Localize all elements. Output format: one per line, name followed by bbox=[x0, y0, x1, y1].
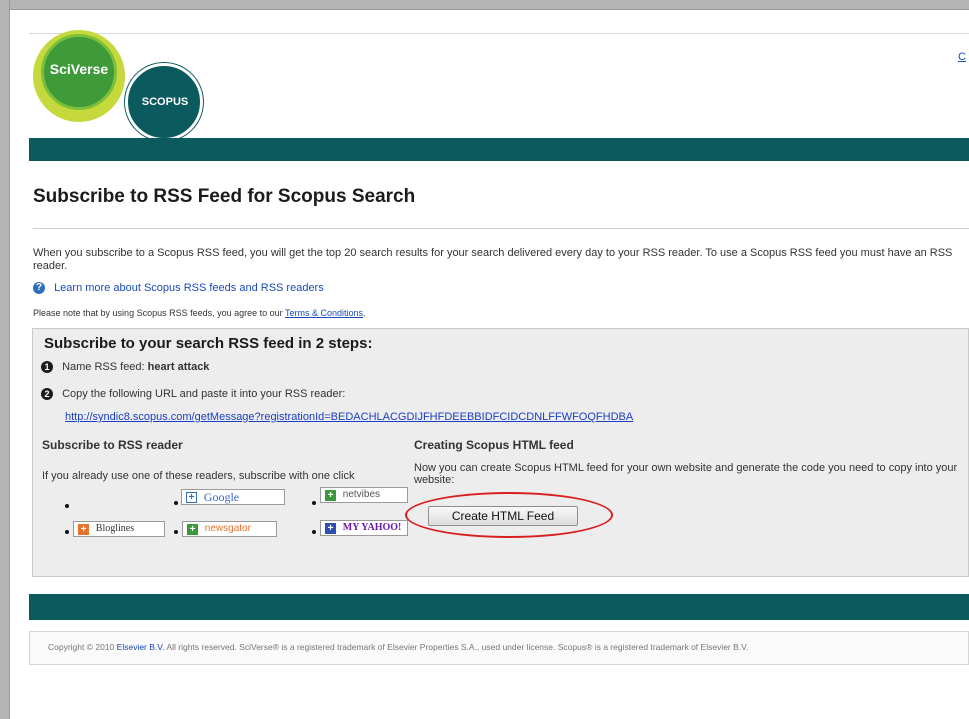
help-row: ? Learn more about Scopus RSS feeds and … bbox=[33, 282, 324, 295]
subscribe-box: Subscribe to your search RSS feed in 2 s… bbox=[32, 328, 969, 577]
plus-icon: + bbox=[78, 523, 89, 535]
scopus-logo-text: SCOPUS bbox=[141, 96, 189, 108]
plus-icon: + bbox=[325, 522, 336, 534]
page: SciVerse SCOPUS C Subscribe to RSS Feed … bbox=[11, 11, 969, 719]
newsgator-label: newsgator bbox=[204, 523, 251, 534]
page-title: Subscribe to RSS Feed for Scopus Search bbox=[33, 186, 416, 207]
header-link[interactable]: C bbox=[958, 51, 966, 63]
terms-notice: Please note that by using Scopus RSS fee… bbox=[33, 308, 366, 318]
bullet-icon bbox=[312, 501, 316, 505]
bullet-icon bbox=[65, 504, 69, 508]
copyright-suffix: All rights reserved. SciVerse® is a regi… bbox=[166, 642, 749, 652]
create-html-feed-button[interactable]: Create HTML Feed bbox=[428, 506, 578, 526]
plus-icon: + bbox=[325, 489, 336, 501]
newsgator-button[interactable]: + newsgator bbox=[182, 521, 277, 537]
terms-link[interactable]: Terms & Conditions bbox=[285, 308, 363, 318]
reader-intro: If you already use one of these readers,… bbox=[42, 470, 355, 482]
footer-bar bbox=[29, 594, 969, 620]
step-1-number-icon: 1 bbox=[41, 361, 53, 374]
bullet-icon bbox=[65, 530, 69, 534]
feed-name-value: heart attack bbox=[147, 361, 210, 373]
help-icon: ? bbox=[33, 282, 45, 295]
netvibes-button[interactable]: + netvibes bbox=[320, 487, 408, 503]
header-divider bbox=[29, 33, 969, 34]
feed-url-link[interactable]: http://syndic8.scopus.com/getMessage?reg… bbox=[65, 411, 633, 423]
sciverse-logo-text: SciVerse bbox=[49, 61, 109, 77]
bloglines-label: Bloglines bbox=[95, 523, 135, 534]
copyright-prefix: Copyright © 2010 bbox=[48, 642, 115, 652]
step-1-label: Name RSS feed: bbox=[62, 361, 145, 374]
my-yahoo-label: MY YAHOO! bbox=[342, 522, 402, 533]
netvibes-label: netvibes bbox=[342, 489, 381, 500]
bullet-icon bbox=[174, 530, 178, 534]
elsevier-link[interactable]: Elsevier B.V. bbox=[117, 642, 165, 652]
step-2-label: Copy the following URL and paste it into… bbox=[62, 388, 346, 401]
browser-frame-left bbox=[0, 0, 10, 719]
browser-frame-top bbox=[0, 0, 969, 10]
bullet-icon bbox=[174, 501, 178, 505]
copyright-text: Copyright © 2010 Elsevier B.V. All right… bbox=[48, 642, 748, 652]
header-nav-bar bbox=[29, 138, 969, 161]
step-2: 2 Copy the following URL and paste it in… bbox=[41, 388, 346, 401]
title-divider bbox=[33, 228, 969, 229]
my-yahoo-button[interactable]: + MY YAHOO! bbox=[320, 520, 408, 536]
html-feed-intro: Now you can create Scopus HTML feed for … bbox=[414, 462, 958, 486]
plus-icon: + bbox=[187, 523, 198, 535]
intro-text: When you subscribe to a Scopus RSS feed,… bbox=[33, 247, 953, 272]
bullet-icon bbox=[312, 530, 316, 534]
reader-heading: Subscribe to RSS reader bbox=[42, 438, 183, 452]
header: SciVerse SCOPUS C bbox=[11, 11, 969, 161]
terms-suffix: . bbox=[363, 308, 366, 318]
subscribe-box-title: Subscribe to your search RSS feed in 2 s… bbox=[44, 335, 373, 352]
bloglines-button[interactable]: + Bloglines bbox=[73, 521, 165, 537]
footer: Copyright © 2010 Elsevier B.V. All right… bbox=[29, 631, 969, 665]
plus-icon: + bbox=[186, 491, 197, 503]
step-2-number-icon: 2 bbox=[41, 388, 53, 401]
terms-prefix: Please note that by using Scopus RSS fee… bbox=[33, 308, 283, 318]
step-1: 1 Name RSS feed: heart attack bbox=[41, 361, 210, 374]
html-feed-heading: Creating Scopus HTML feed bbox=[414, 438, 574, 452]
google-label: Google bbox=[203, 490, 240, 504]
learn-more-link[interactable]: Learn more about Scopus RSS feeds and RS… bbox=[54, 282, 324, 294]
google-reader-button[interactable]: + Google bbox=[181, 489, 285, 505]
